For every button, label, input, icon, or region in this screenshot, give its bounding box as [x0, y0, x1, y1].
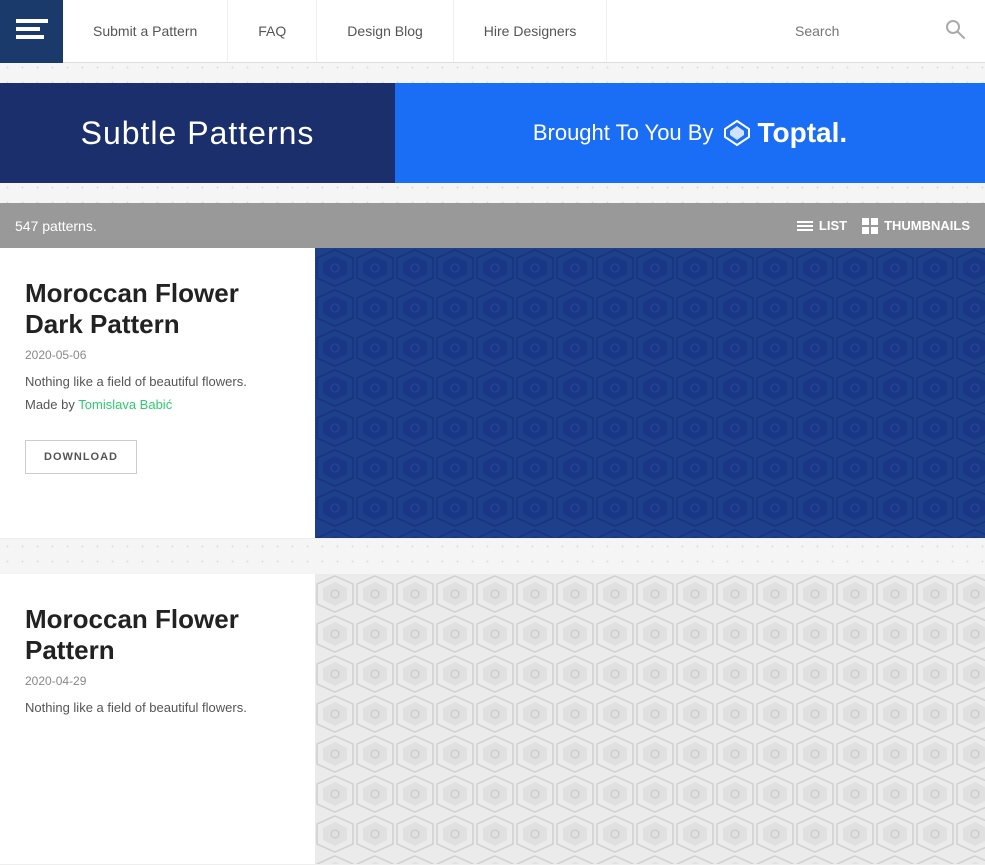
pattern-preview-dark [315, 248, 985, 538]
pattern-title: Moroccan Flower Dark Pattern [25, 278, 290, 340]
search-area [775, 19, 985, 44]
list-icon [797, 221, 813, 231]
pattern-title: Moroccan Flower Pattern [25, 604, 290, 666]
nav-faq[interactable]: FAQ [228, 0, 317, 62]
view-controls: LIST THUMBNAILS [797, 218, 970, 234]
patterns-list: Moroccan Flower Dark Pattern 2020-05-06 … [0, 248, 985, 865]
banner-brought-by: Brought To You By [533, 120, 714, 146]
thumbnails-label: THUMBNAILS [884, 218, 970, 233]
pattern-count: 547 patterns. [15, 218, 97, 234]
navigation: Submit a Pattern FAQ Design Blog Hire De… [0, 0, 985, 63]
pattern-date: 2020-04-29 [25, 674, 290, 688]
toolbar: 547 patterns. LIST THUMBNAILS [0, 203, 985, 248]
pattern-item: Moroccan Flower Pattern 2020-04-29 Nothi… [0, 574, 985, 865]
banner-toptal: Brought To You By Toptal. [533, 117, 847, 149]
pattern-date: 2020-05-06 [25, 348, 290, 362]
thumbnails-view-button[interactable]: THUMBNAILS [862, 218, 970, 234]
search-input[interactable] [795, 23, 935, 39]
banner-left: Subtle Patterns [0, 83, 395, 183]
pattern-description: Nothing like a field of beautiful flower… [25, 374, 290, 389]
banner: Subtle Patterns Brought To You By Toptal… [0, 83, 985, 183]
banner-title: Subtle Patterns [81, 115, 315, 152]
search-icon[interactable] [945, 19, 965, 44]
pattern-item: Moroccan Flower Dark Pattern 2020-05-06 … [0, 248, 985, 539]
download-button[interactable]: DOWNLOAD [25, 440, 137, 474]
toptal-name: Toptal. [757, 117, 847, 149]
nav-design-blog[interactable]: Design Blog [317, 0, 454, 62]
pattern-info: Moroccan Flower Pattern 2020-04-29 Nothi… [0, 574, 315, 864]
banner-subtle: Subtle [81, 115, 178, 151]
list-label: LIST [819, 218, 847, 233]
banner-patterns-word: Patterns [187, 115, 314, 151]
thumbnails-icon [862, 218, 878, 234]
list-view-button[interactable]: LIST [797, 218, 847, 233]
pattern-author: Made by Tomislava Babić [25, 397, 290, 412]
nav-submit-pattern[interactable]: Submit a Pattern [63, 0, 228, 62]
nav-hire-designers[interactable]: Hire Designers [454, 0, 608, 62]
toptal-logo: Toptal. [723, 117, 847, 149]
pattern-preview-light [315, 574, 985, 864]
nav-links: Submit a Pattern FAQ Design Blog Hire De… [63, 0, 775, 62]
pattern-info: Moroccan Flower Dark Pattern 2020-05-06 … [0, 248, 315, 538]
author-link[interactable]: Tomislava Babić [78, 397, 172, 412]
banner-right: Brought To You By Toptal. [395, 83, 985, 183]
gap-section [0, 539, 985, 574]
pattern-description: Nothing like a field of beautiful flower… [25, 700, 290, 715]
site-logo[interactable] [0, 0, 63, 63]
